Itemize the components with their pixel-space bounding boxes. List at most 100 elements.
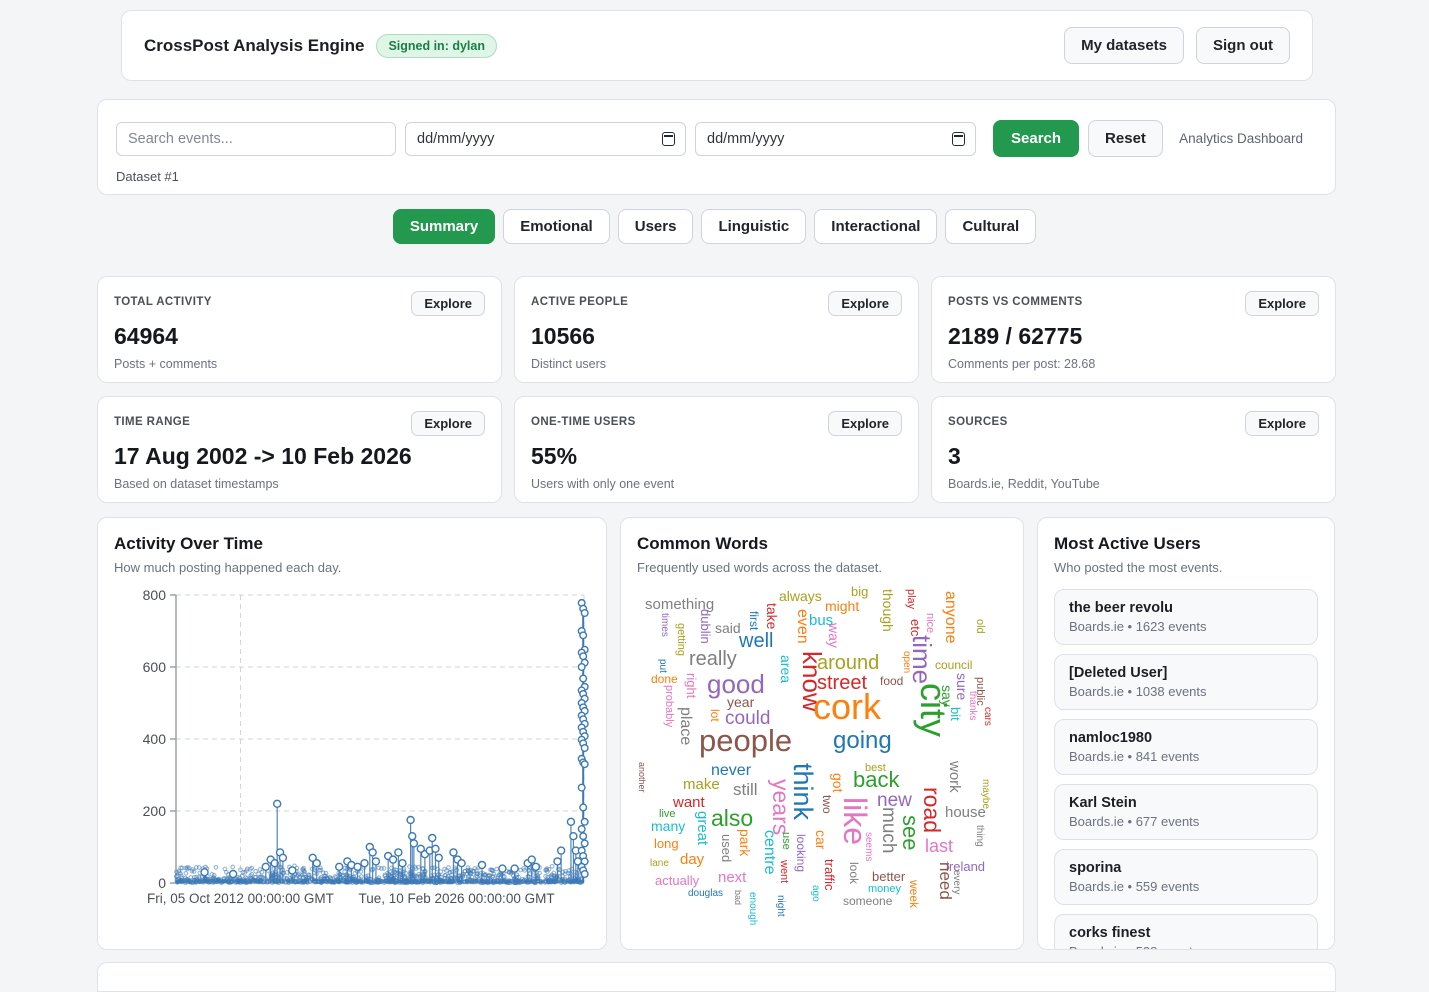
cloud-word: centre <box>761 830 777 874</box>
cloud-word: car <box>814 830 828 849</box>
cloud-word: house <box>945 805 986 820</box>
explore-button[interactable]: Explore <box>1245 411 1319 436</box>
context-label: Analytics Dashboard <box>1163 131 1317 146</box>
cloud-word: time <box>909 635 935 684</box>
cloud-word: old <box>974 619 985 634</box>
stat-subtitle: Users with only one event <box>531 477 902 491</box>
user-meta: Boards.ie • 559 events <box>1069 879 1303 894</box>
cloud-word: food <box>880 675 903 687</box>
svg-text:200: 200 <box>143 803 167 819</box>
svg-text:Tue, 10 Feb 2026 00:00:00 GMT: Tue, 10 Feb 2026 00:00:00 GMT <box>358 891 554 906</box>
cloud-word: area <box>779 655 793 683</box>
stats-grid: TOTAL ACTIVITYExplore 64964 Posts + comm… <box>97 276 1336 503</box>
cloud-word: always <box>779 589 822 603</box>
cloud-word: look <box>848 862 860 884</box>
search-input[interactable] <box>116 122 396 156</box>
user-meta: Boards.ie • 538 events <box>1069 944 1303 950</box>
cloud-word: douglas <box>688 889 723 899</box>
cloud-word: better <box>872 870 905 883</box>
dataset-label: Dataset #1 <box>116 169 1317 184</box>
calendar-icon[interactable] <box>662 132 675 146</box>
svg-text:600: 600 <box>143 659 167 675</box>
cloud-word: etc <box>909 619 922 636</box>
most-active-users-panel: Most Active Users Who posted the most ev… <box>1037 517 1335 950</box>
explore-button[interactable]: Explore <box>411 291 485 316</box>
cloud-word: still <box>733 781 758 798</box>
explore-button[interactable]: Explore <box>1245 291 1319 316</box>
date-to-input[interactable] <box>695 122 976 156</box>
stat-card-posts-vs-comments: POSTS VS COMMENTSExplore 2189 / 62775 Co… <box>931 276 1336 383</box>
cloud-word: week <box>908 880 920 908</box>
cloud-word: many <box>651 819 685 833</box>
cloud-word: way <box>827 623 841 648</box>
cloud-word: lot <box>709 709 721 722</box>
stat-subtitle: Comments per post: 28.68 <box>948 357 1319 371</box>
svg-text:400: 400 <box>143 731 167 747</box>
stat-subtitle: Distinct users <box>531 357 902 371</box>
tab-cultural[interactable]: Cultural <box>945 209 1036 244</box>
stat-subtitle: Based on dataset timestamps <box>114 477 485 491</box>
stat-label: SOURCES <box>948 411 1008 428</box>
app-header: CrossPost Analysis Engine Signed in: dyl… <box>121 10 1313 81</box>
search-button[interactable]: Search <box>993 120 1079 157</box>
cloud-word: enough <box>747 892 757 925</box>
cloud-word: years <box>769 779 792 835</box>
cloud-word: city <box>915 683 951 737</box>
cloud-word: around <box>817 653 879 673</box>
cloud-word: though <box>881 589 895 632</box>
activity-over-time-chart: 0200400600800Fri, 05 Oct 2012 00:00:00 G… <box>114 583 590 928</box>
user-name: corks finest <box>1069 925 1303 941</box>
user-list-item: sporina Boards.ie • 559 events <box>1054 849 1318 905</box>
stat-card-total-activity: TOTAL ACTIVITYExplore 64964 Posts + comm… <box>97 276 502 383</box>
explore-button[interactable]: Explore <box>411 411 485 436</box>
stat-label: ACTIVE PEOPLE <box>531 291 628 308</box>
cloud-word: take <box>765 603 779 629</box>
filter-bar: Search Reset Analytics Dashboard Dataset… <box>97 99 1336 195</box>
user-name: sporina <box>1069 860 1303 876</box>
user-list-item: the beer revoluBoards.ie • 1623 events <box>1054 589 1318 645</box>
tab-emotional[interactable]: Emotional <box>503 209 610 244</box>
cloud-word: thanks <box>967 691 977 720</box>
cloud-word: make <box>683 777 720 792</box>
cloud-word: open <box>901 651 911 673</box>
reset-button[interactable]: Reset <box>1088 120 1163 157</box>
stat-value: 17 Aug 2002 -> 10 Feb 2026 <box>114 443 485 470</box>
tab-users[interactable]: Users <box>618 209 694 244</box>
tab-summary[interactable]: Summary <box>393 209 495 244</box>
svg-text:0: 0 <box>158 875 166 891</box>
svg-text:800: 800 <box>143 587 167 603</box>
cloud-word: people <box>699 725 792 756</box>
word-cloud: somethingalwaysbigplayetcanyoneoldtakemi… <box>637 583 1011 931</box>
cloud-word: probably <box>663 685 674 727</box>
common-words-subtitle: Frequently used words across the dataset… <box>637 560 1007 575</box>
cloud-word: ago <box>810 885 820 902</box>
cloud-word: thing <box>974 825 984 847</box>
explore-button[interactable]: Explore <box>828 291 902 316</box>
date-from-input[interactable] <box>405 122 686 156</box>
calendar-icon[interactable] <box>952 132 965 146</box>
cloud-word: lane <box>650 859 669 869</box>
next-section-card-edge <box>97 962 1336 992</box>
most-active-users-title: Most Active Users <box>1054 534 1318 554</box>
date-from-wrap <box>405 122 686 156</box>
user-list-item: Karl SteinBoards.ie • 677 events <box>1054 784 1318 840</box>
tab-linguistic[interactable]: Linguistic <box>701 209 806 244</box>
cloud-word: year <box>727 695 754 709</box>
cloud-word: going <box>833 729 892 753</box>
cloud-word: another <box>637 762 646 793</box>
user-meta: Boards.ie • 1038 events <box>1069 684 1303 699</box>
user-meta: Boards.ie • 677 events <box>1069 814 1303 829</box>
explore-button[interactable]: Explore <box>828 411 902 436</box>
cloud-word: council <box>935 659 972 671</box>
sign-out-button[interactable]: Sign out <box>1196 27 1290 64</box>
tab-interactional[interactable]: Interactional <box>814 209 937 244</box>
stat-card-one-time-users: ONE-TIME USERSExplore 55% Users with onl… <box>514 396 919 503</box>
cloud-word: anyone <box>942 591 958 644</box>
cloud-word: play <box>905 589 916 609</box>
user-name: [Deleted User] <box>1069 665 1303 681</box>
my-datasets-button[interactable]: My datasets <box>1064 27 1184 64</box>
cloud-word: bad <box>733 890 742 905</box>
user-list-item: namloc1980Boards.ie • 841 events <box>1054 719 1318 775</box>
cloud-word: park <box>738 829 752 856</box>
stat-value: 64964 <box>114 323 485 350</box>
